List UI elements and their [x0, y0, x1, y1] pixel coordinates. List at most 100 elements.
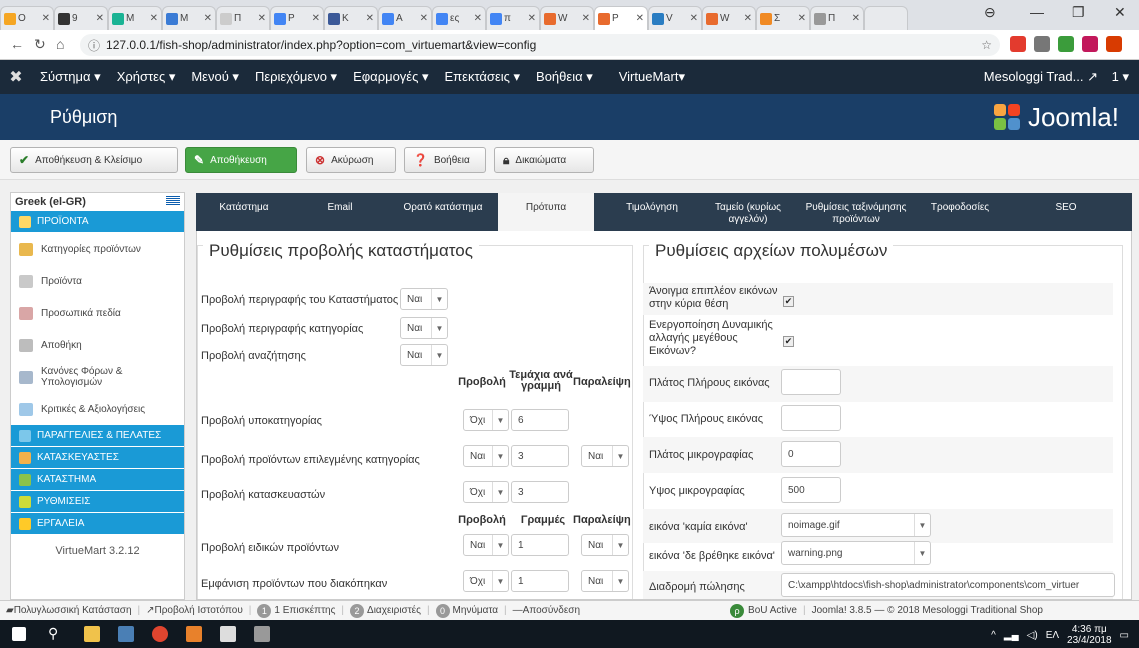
subcat-per-row-input[interactable]: 6	[511, 409, 569, 431]
language-selector[interactable]: Greek (el-GR)	[11, 193, 184, 211]
extension-icon[interactable]	[1082, 36, 1098, 52]
manufacturers-show-select[interactable]: Όχι ▼	[463, 481, 509, 503]
sidebar-section-tools[interactable]: ΕΡΓΑΛΕΙΑ	[11, 513, 184, 535]
bookmark-star-icon[interactable]: ☆	[981, 38, 992, 52]
special-rows-input[interactable]: 1	[511, 534, 569, 556]
browser-tab[interactable]: 9 ✕	[54, 6, 108, 30]
menu-components[interactable]: Εφαρμογές ▾	[345, 69, 436, 85]
xampp-icon[interactable]	[186, 626, 202, 642]
extra-images-checkbox[interactable]: ✔	[783, 296, 794, 307]
close-icon[interactable]: ✕	[528, 13, 536, 24]
chrome-icon[interactable]	[152, 626, 168, 642]
browser-tab[interactable]: K ✕	[324, 6, 378, 30]
close-icon[interactable]: ✕	[852, 13, 860, 24]
browser-tab[interactable]: A ✕	[378, 6, 432, 30]
close-icon[interactable]: ✕	[636, 13, 644, 24]
special-show-select[interactable]: Ναι ▼	[463, 534, 509, 556]
close-icon[interactable]: ✕	[96, 13, 104, 24]
volume-icon[interactable]: ◁)	[1027, 630, 1038, 641]
browser-tab-active[interactable]: P ✕	[594, 6, 648, 30]
sidebar-item-categories[interactable]: Κατηγορίες προϊόντων	[11, 233, 184, 265]
not-found-select[interactable]: warning.png ▼	[781, 541, 931, 565]
sidebar-item-inventory[interactable]: Αποθήκη	[11, 329, 184, 361]
discontinued-show-select[interactable]: Όχι ▼	[463, 570, 509, 592]
sale-path-input[interactable]: C:\xampp\htdocs\fish-shop\administrator\…	[781, 573, 1115, 597]
tab-shopfront[interactable]: Ορατό κατάστημα	[388, 193, 498, 231]
windows-start-icon[interactable]	[12, 627, 26, 641]
tab-pricing[interactable]: Τιμολόγηση	[608, 193, 696, 231]
sidebar-item-products[interactable]: Προϊόντα	[11, 265, 184, 297]
joomla-logo-icon[interactable]: ✖	[0, 67, 32, 87]
tab-templates[interactable]: Πρότυπα	[498, 193, 594, 231]
featured-per-row-input[interactable]: 3	[511, 445, 569, 467]
close-icon[interactable]: ✕	[258, 13, 266, 24]
network-icon[interactable]: ▂▄	[1004, 630, 1019, 641]
home-icon[interactable]: ⌂	[56, 36, 64, 52]
browser-tab[interactable]: Μ ✕	[108, 6, 162, 30]
clock[interactable]: 4:36 πμ 23/4/2018	[1067, 624, 1112, 646]
search-icon[interactable]: ⚲	[48, 625, 58, 642]
window-close-icon[interactable]: ✕	[1114, 4, 1126, 21]
sidebar-section-settings[interactable]: ΡΥΘΜΙΣΕΙΣ	[11, 491, 184, 513]
profile-icon[interactable]: ⊖	[984, 4, 996, 21]
close-icon[interactable]: ✕	[744, 13, 752, 24]
featured-omit-select[interactable]: Ναι ▼	[581, 445, 629, 467]
tray-arrow-icon[interactable]: ^	[991, 630, 996, 641]
close-icon[interactable]: ✕	[366, 13, 374, 24]
site-link[interactable]: Mesologgi Trad...	[984, 69, 1084, 84]
messages-link[interactable]: Μηνύματα	[453, 605, 499, 616]
admins-link[interactable]: Διαχειριστές	[367, 605, 421, 616]
maximize-icon[interactable]: ❐	[1072, 4, 1085, 21]
tab-feeds[interactable]: Τροφοδοσίες	[912, 193, 1008, 231]
save-button[interactable]: ✎ Αποθήκευση	[185, 147, 297, 173]
browser-tab[interactable]: Μ ✕	[162, 6, 216, 30]
discontinued-rows-input[interactable]: 1	[511, 570, 569, 592]
menu-content[interactable]: Περιεχόμενο ▾	[247, 69, 345, 85]
browser-tab[interactable]: W ✕	[702, 6, 756, 30]
thumb-height-input[interactable]: 500	[781, 477, 841, 503]
app-icon[interactable]	[118, 626, 134, 642]
extension-icon[interactable]	[1058, 36, 1074, 52]
browser-tab[interactable]: Ο ✕	[0, 6, 54, 30]
featured-show-select[interactable]: Ναι ▼	[463, 445, 509, 467]
input-language[interactable]: ΕΛ	[1046, 630, 1059, 641]
sidebar-section-products[interactable]: ΠΡΟΪΟΝΤΑ	[11, 211, 184, 233]
discontinued-omit-select[interactable]: Ναι ▼	[581, 570, 629, 592]
close-icon[interactable]: ✕	[798, 13, 806, 24]
close-icon[interactable]: ✕	[204, 13, 212, 24]
thumb-width-input[interactable]: 0	[781, 441, 841, 467]
notifications-icon[interactable]: ▭	[1120, 630, 1129, 641]
sidebar-item-tax-rules[interactable]: Κανόνες Φόρων & Υπολογισμών	[11, 361, 184, 393]
browser-tab[interactable]: ες ✕	[432, 6, 486, 30]
tab-product-order[interactable]: Ρυθμίσεις ταξινόμησης προϊόντων	[800, 193, 912, 231]
special-omit-select[interactable]: Ναι ▼	[581, 534, 629, 556]
menu-system[interactable]: Σύστημα ▾	[32, 69, 109, 85]
reload-icon[interactable]: ↻	[34, 36, 46, 53]
browser-tab[interactable]: W ✕	[540, 6, 594, 30]
close-icon[interactable]: ✕	[474, 13, 482, 24]
close-icon[interactable]: ✕	[312, 13, 320, 24]
tab-seo[interactable]: SEO	[1036, 193, 1096, 231]
search-select[interactable]: Ναι ▼	[400, 344, 448, 366]
browser-tab[interactable]: P ✕	[270, 6, 324, 30]
close-icon[interactable]: ✕	[690, 13, 698, 24]
full-height-input[interactable]	[781, 405, 841, 431]
menu-extensions[interactable]: Επεκτάσεις ▾	[437, 69, 529, 85]
close-icon[interactable]: ✕	[42, 13, 50, 24]
sidebar-section-manufacturers[interactable]: ΚΑΤΑΣΚΕΥΑΣΤΕΣ	[11, 447, 184, 469]
preview-site-link[interactable]: Προβολή Ιστοτόπου	[155, 605, 243, 616]
menu-virtuemart[interactable]: VirtueMart▾	[611, 69, 693, 85]
photos-icon[interactable]	[254, 626, 270, 642]
extension-icon[interactable]	[1106, 36, 1122, 52]
close-icon[interactable]: ✕	[420, 13, 428, 24]
logout-link[interactable]: Αποσύνδεση	[523, 605, 580, 616]
browser-tab[interactable]: π ✕	[486, 6, 540, 30]
menu-help[interactable]: Βοήθεια ▾	[528, 69, 601, 85]
browser-tab[interactable]: V ✕	[648, 6, 702, 30]
new-tab-button[interactable]	[864, 6, 908, 30]
info-icon[interactable]: ⓘ	[88, 37, 100, 54]
cat-desc-select[interactable]: Ναι ▼	[400, 317, 448, 339]
back-arrow-icon[interactable]: ←	[10, 36, 24, 52]
no-image-select[interactable]: noimage.gif ▼	[781, 513, 931, 537]
manufacturers-per-row-input[interactable]: 3	[511, 481, 569, 503]
